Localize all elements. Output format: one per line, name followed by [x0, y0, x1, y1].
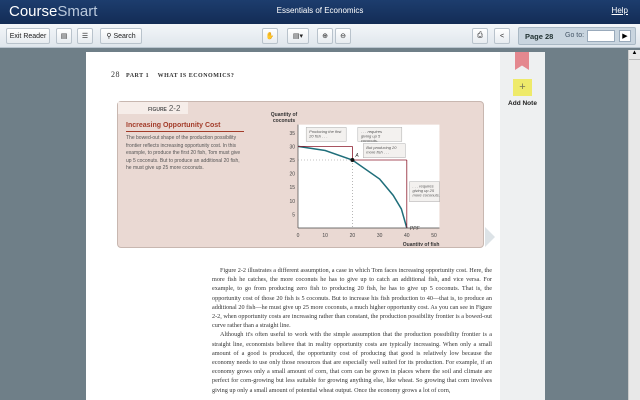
page-view-button[interactable]: ▤	[56, 28, 72, 44]
app-header: CourseSmart Essentials of Economics Help	[0, 0, 640, 24]
point-label: A	[354, 153, 359, 159]
figure-box: FIGURE 2-2 Increasing Opportunity Cost T…	[117, 101, 484, 248]
figure-caption: The bowed-out shape of the production po…	[126, 135, 241, 171]
x-tick-label: 40	[404, 233, 410, 239]
zoom-in-icon: ⊕	[322, 33, 328, 40]
book-title: Essentials of Economics	[276, 6, 364, 15]
share-button[interactable]: <	[494, 28, 510, 44]
hand-icon: ✋	[265, 33, 275, 40]
plus-icon: +	[519, 81, 526, 93]
x-tick-label: 50	[431, 233, 437, 239]
pan-button[interactable]: ✋	[262, 28, 278, 44]
list-icon: ☰	[81, 33, 89, 40]
x-tick-label: 10	[322, 233, 328, 239]
annotation-text: 20 fish . . .	[308, 133, 327, 138]
printer-icon: ⎙	[477, 32, 483, 39]
search-button[interactable]: ⚲ Search	[100, 28, 142, 44]
add-note-button[interactable]: +	[513, 79, 532, 96]
y-axis-label: coconuts	[273, 118, 295, 124]
zoom-out-icon: ⊖	[340, 33, 346, 40]
bookmark-icon[interactable]	[515, 52, 529, 70]
search-label: Search	[113, 32, 136, 40]
toc-button[interactable]: ☰	[77, 28, 93, 44]
figure-title: Increasing Opportunity Cost	[126, 122, 244, 132]
current-page: Page 28	[525, 32, 554, 41]
next-page-arrow[interactable]	[485, 227, 495, 247]
page-number: 28	[111, 70, 120, 79]
point-label: PPF	[410, 226, 421, 232]
annotation-text: coconuts.	[361, 138, 378, 143]
goto-label: Go to:	[565, 32, 585, 39]
y-tick-label: 5	[292, 212, 295, 218]
y-tick-label: 15	[289, 185, 295, 191]
y-tick-label: 30	[289, 144, 295, 150]
toolbar: Exit Reader ▤ ☰ ⚲ Search ✋ ▤▾ ⊕ ⊖ ⎙ < Pag…	[0, 24, 640, 48]
figure-number: 2-2	[168, 104, 181, 113]
annotation-text: more coconuts.	[413, 192, 440, 197]
book-page: 28 PART 1 WHAT IS ECONOMICS? FIGURE 2-2 I…	[86, 52, 500, 400]
x-tick-label: 30	[377, 233, 383, 239]
section-label: WHAT IS ECONOMICS?	[157, 73, 235, 79]
page-navigator: Page 28 Go to: ▶	[518, 27, 636, 45]
ppf-chart: 0 10 20 30 40 50 5 10 15 20 25 30 35 Quantity of fish…	[271, 112, 440, 246]
page-heading: 28 PART 1 WHAT IS ECONOMICS?	[111, 70, 234, 79]
share-icon: <	[499, 32, 505, 40]
goto-page-input[interactable]	[587, 30, 615, 42]
play-icon: ▶	[622, 33, 628, 40]
help-link[interactable]: Help	[612, 6, 628, 15]
figure-label: FIGURE 2-2	[118, 102, 188, 114]
y-tick-label: 25	[289, 158, 295, 164]
x-axis-label: Quantity of fish	[403, 242, 440, 246]
vertical-scrollbar[interactable]: ▲	[628, 50, 640, 400]
goto-button[interactable]: ▶	[619, 30, 631, 42]
x-tick-label: 0	[297, 233, 300, 239]
zoom-out-button[interactable]: ⊖	[335, 28, 351, 44]
part-label: PART 1	[126, 73, 150, 79]
annotation-text: more fish . . .	[366, 150, 389, 155]
search-icon: ⚲	[106, 33, 112, 40]
point-a	[350, 158, 355, 162]
scroll-up-button[interactable]: ▲	[629, 50, 640, 60]
y-tick-label: 10	[289, 199, 295, 205]
paragraph: Figure 2-2 illustrates a different assum…	[212, 267, 492, 330]
paragraph: Although it's often useful to work with …	[212, 331, 492, 394]
page-mode-dropdown[interactable]: ▤▾	[287, 28, 309, 44]
y-tick-label: 20	[289, 172, 295, 178]
notes-sidebar: + Add Note	[500, 52, 545, 400]
print-button[interactable]: ⎙	[472, 28, 488, 44]
figure-word: FIGURE	[148, 107, 167, 113]
x-tick-label: 20	[350, 233, 356, 239]
exit-reader-button[interactable]: Exit Reader	[6, 28, 50, 44]
body-text: Figure 2-2 illustrates a different assum…	[212, 266, 492, 395]
zoom-in-button[interactable]: ⊕	[317, 28, 333, 44]
y-tick-label: 35	[289, 131, 295, 137]
page-icon: ▤▾	[292, 33, 304, 40]
add-note-label: Add Note	[508, 100, 537, 107]
document-icon: ▤	[60, 33, 68, 40]
